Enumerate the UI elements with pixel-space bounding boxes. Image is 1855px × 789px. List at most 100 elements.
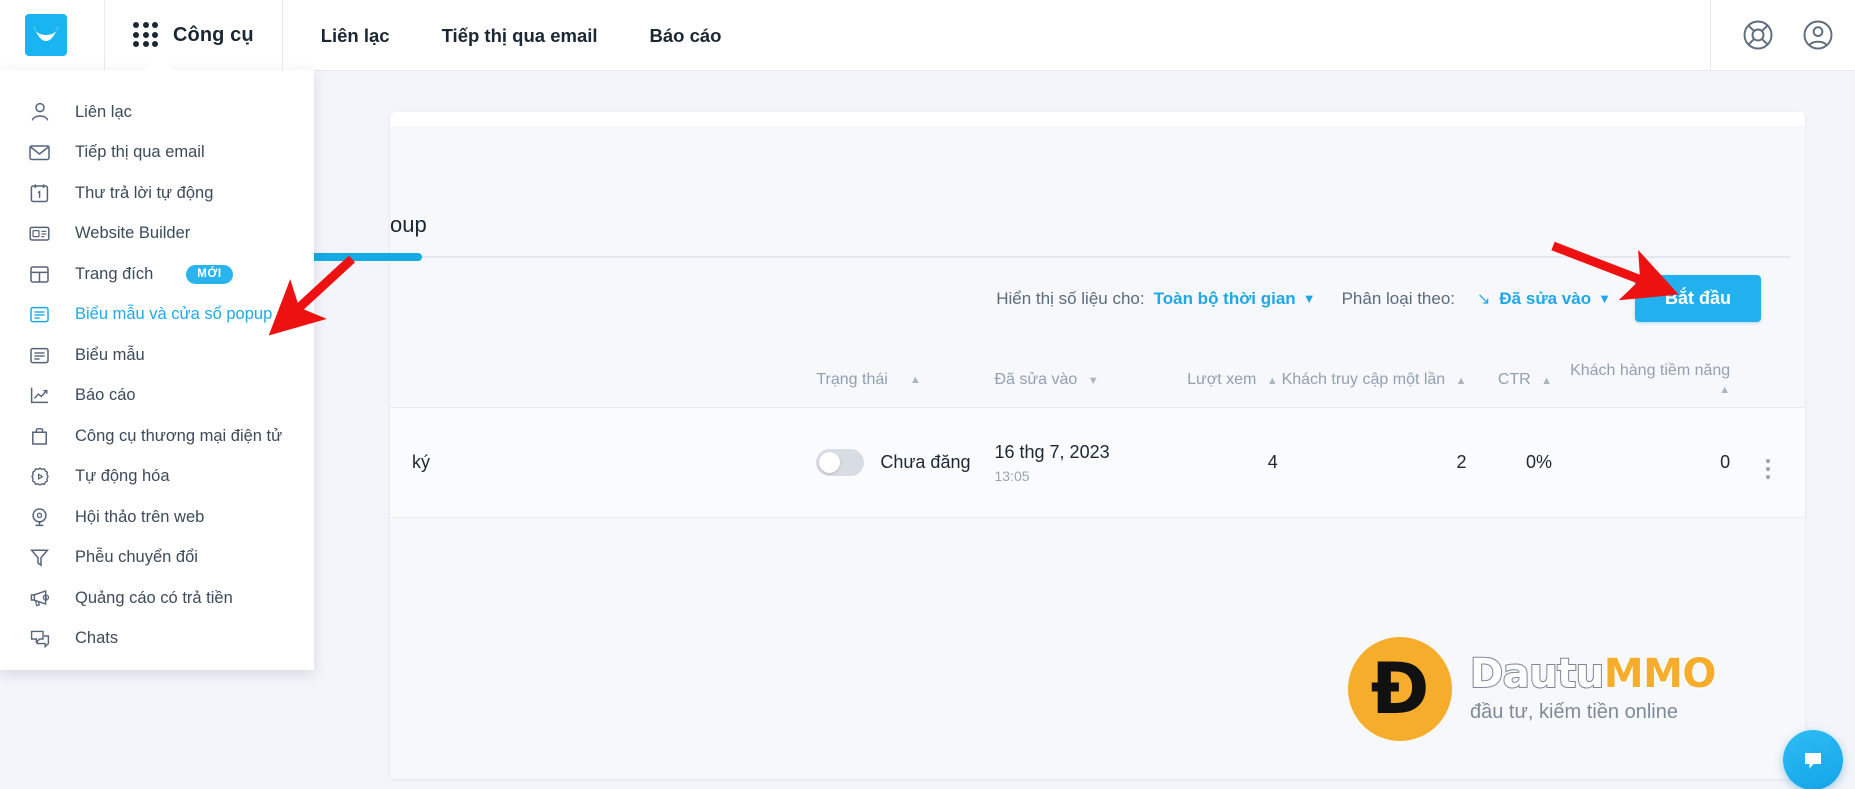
menu-item-automation[interactable]: Tự động hóa <box>0 457 314 498</box>
menu-item-reports[interactable]: Báo cáo <box>0 376 314 417</box>
menu-item-label: Hội thảo trên web <box>75 507 205 526</box>
menu-item-forms[interactable]: Biểu mẫu <box>0 335 314 376</box>
grid-apps-icon <box>133 22 159 48</box>
row-ctr: 0% <box>1526 452 1553 472</box>
row-leads: 0 <box>1720 452 1731 472</box>
th-edited-label: Đã sửa vào <box>994 370 1078 388</box>
th-status-label: Trạng thái <box>816 370 888 388</box>
layout-grid-icon <box>26 261 53 288</box>
form-icon <box>26 342 53 369</box>
start-button[interactable]: Bắt đầu <box>1634 275 1761 322</box>
sort-indicator-icon: ▲ <box>909 373 921 386</box>
account-avatar-icon[interactable] <box>1795 12 1841 58</box>
primary-nav-links: Liên lạc Tiếp thị qua email Báo cáo <box>283 0 748 71</box>
form-popup-icon <box>26 301 53 328</box>
row-edited-cell: 16 thg 7, 2023 13:05 <box>995 441 1162 485</box>
dautummo-coin-logo-icon: Ð <box>1348 637 1452 741</box>
th-status[interactable]: Trạng thái ▲ <box>816 371 994 389</box>
megaphone-dollar-icon <box>26 585 53 612</box>
tab-active-indicator <box>306 253 422 261</box>
screen-root: Công cụ Liên lạc Tiếp thị qua email Báo … <box>0 0 1855 789</box>
menu-item-ecommerce-tools[interactable]: Công cụ thương mại điện tử <box>0 416 314 457</box>
menu-item-conversion-funnel[interactable]: Phễu chuyển đổi <box>0 538 314 579</box>
chat-bubble-icon <box>1805 753 1821 769</box>
getresponse-logo-icon[interactable] <box>25 14 67 56</box>
row-edited-time: 13:05 <box>994 468 1030 485</box>
webinar-icon <box>26 504 53 531</box>
menu-item-website-builder[interactable]: Website Builder <box>0 214 314 255</box>
kebab-menu-icon[interactable] <box>1765 458 1770 479</box>
calendar-one-icon <box>26 180 53 207</box>
shopping-bag-icon <box>26 423 53 450</box>
th-edited[interactable]: Đã sửa vào ▼ <box>995 371 1162 389</box>
envelope-icon <box>26 139 53 166</box>
tools-dropdown-menu: Liên lạc Tiếp thị qua email Thư trả lời … <box>0 70 314 670</box>
menu-item-landing-pages[interactable]: Trang đích MỚI <box>0 254 314 295</box>
publish-toggle[interactable] <box>816 449 865 476</box>
menu-item-autoresponders[interactable]: Thư trả lời tự động <box>0 173 314 214</box>
sort-descending-arrow-icon[interactable]: ↘ <box>1477 289 1490 309</box>
th-unique-label: Khách truy cập một lần <box>1281 370 1446 388</box>
th-ctr[interactable]: CTR ▲ <box>1467 370 1552 389</box>
nav-divider-actions <box>1710 0 1711 71</box>
watermark-subtitle: đầu tư, kiếm tiền online <box>1470 701 1678 723</box>
menu-item-chats[interactable]: Chats <box>0 619 314 660</box>
menu-item-forms-and-popups[interactable]: Biểu mẫu và cửa sổ popup <box>0 295 314 336</box>
th-leads[interactable]: Khách hàng tiềm năng ▲ <box>1552 362 1730 398</box>
dropdown-caret-pointer <box>142 55 176 72</box>
menu-item-label: Tiếp thị qua email <box>75 143 205 162</box>
nav-link-reports[interactable]: Báo cáo <box>624 0 748 71</box>
table-header-row: Trạng thái ▲ Đã sửa vào ▼ Lượt xem ▲ Khá… <box>390 352 1805 408</box>
th-views-label: Lượt xem <box>1187 370 1257 388</box>
menu-item-label: Biểu mẫu và cửa sổ popup <box>75 305 273 324</box>
row-status-cell: Chưa đăng <box>816 449 994 476</box>
row-views: 4 <box>1267 452 1278 472</box>
help-lifering-icon[interactable] <box>1735 12 1781 58</box>
menu-item-email-marketing[interactable]: Tiếp thị qua email <box>0 133 314 174</box>
show-data-for-label: Hiển thị số liệu cho: <box>996 288 1145 308</box>
menu-item-label: Chats <box>75 629 119 648</box>
row-unique-visitors: 2 <box>1456 452 1467 472</box>
watermark-text: DautuMMO đầu tư, kiếm tiền online <box>1469 651 1718 724</box>
watermark-title-part1: Dautu <box>1469 651 1605 697</box>
menu-item-paid-ads[interactable]: Quảng cáo có trả tiền <box>0 578 314 619</box>
menu-item-label: Tự động hóa <box>75 467 170 486</box>
gear-play-icon <box>26 463 53 490</box>
website-card-icon <box>26 220 53 247</box>
sort-indicator-icon: ▲ <box>1719 383 1731 396</box>
nav-right-actions <box>1710 0 1855 71</box>
right-edge-strip <box>1846 156 1855 789</box>
toggle-knob <box>819 452 841 473</box>
sort-indicator-icon: ▲ <box>1266 374 1278 387</box>
sort-field-select[interactable]: Đã sửa vào ▼ <box>1499 289 1611 309</box>
nav-link-email-marketing[interactable]: Tiếp thị qua email <box>416 0 624 71</box>
th-ctr-label: CTR <box>1497 370 1531 388</box>
menu-item-webinars[interactable]: Hội thảo trên web <box>0 497 314 538</box>
sort-indicator-icon: ▼ <box>1087 374 1099 387</box>
chat-widget-button[interactable] <box>1783 730 1843 789</box>
funnel-icon <box>26 544 53 571</box>
nav-link-contacts[interactable]: Liên lạc <box>283 0 416 71</box>
menu-item-label: Trang đích <box>75 264 154 283</box>
sort-by-label: Phân loại theo: <box>1341 288 1455 308</box>
tab-underline-track <box>390 256 1790 258</box>
menu-item-label: Quảng cáo có trả tiền <box>75 588 233 607</box>
menu-item-contacts[interactable]: Liên lạc <box>0 92 314 133</box>
row-actions-cell <box>1730 447 1805 479</box>
menu-item-label: Biểu mẫu <box>75 345 145 364</box>
table-toolbar: Hiển thị số liệu cho: Toàn bộ thời gian … <box>996 275 1761 322</box>
th-leads-label: Khách hàng tiềm năng <box>1570 361 1731 379</box>
th-views[interactable]: Lượt xem ▲ <box>1162 371 1278 389</box>
sort-indicator-icon: ▲ <box>1455 374 1467 387</box>
period-select[interactable]: Toàn bộ thời gian ▼ <box>1154 289 1316 309</box>
table-row[interactable]: ký Chưa đăng 16 thg 7, 2023 13:05 4 2 0%… <box>390 408 1805 518</box>
tools-menu-button[interactable]: Công cụ <box>105 0 282 71</box>
watermark-title-part2: MMO <box>1603 651 1718 697</box>
tab-label-popup[interactable]: oup <box>390 212 427 238</box>
forms-table: Trạng thái ▲ Đã sửa vào ▼ Lượt xem ▲ Khá… <box>390 352 1805 518</box>
card-top-edge <box>390 112 1805 126</box>
th-unique-visitors[interactable]: Khách truy cập một lần ▲ <box>1278 371 1467 389</box>
chat-bubbles-icon <box>26 625 53 652</box>
row-edited-date: 16 thg 7, 2023 <box>994 441 1110 462</box>
row-status-text: Chưa đăng <box>880 451 971 472</box>
